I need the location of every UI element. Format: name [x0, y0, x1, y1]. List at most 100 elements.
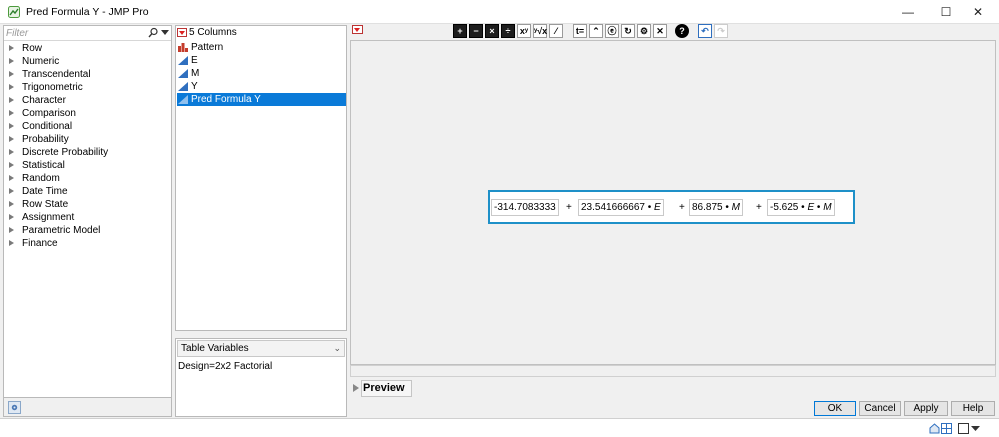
expand-triangle-icon[interactable]	[9, 110, 14, 116]
window-list-icon[interactable]	[958, 423, 969, 434]
category-label: Random	[22, 173, 60, 184]
expand-triangle-icon[interactable]	[9, 175, 14, 181]
columns-count: 5 Columns	[189, 27, 237, 38]
category-label: Statistical	[22, 160, 65, 171]
expand-triangle-icon[interactable]	[9, 58, 14, 64]
function-category-numeric[interactable]: Numeric	[8, 55, 168, 68]
category-label: Assignment	[22, 212, 75, 223]
formula-expression[interactable]: -314.7083333 + 23.541666667 • E + 86.875…	[488, 190, 855, 224]
help-button[interactable]: ?	[675, 24, 689, 38]
jmp-app-icon	[8, 6, 20, 18]
column-label: Y	[191, 81, 198, 92]
function-category-comparison[interactable]: Comparison	[8, 107, 168, 120]
preview-label[interactable]: Preview	[361, 380, 412, 397]
table-variables-select[interactable]: Table Variables ⌄	[177, 340, 345, 357]
expand-triangle-icon[interactable]	[9, 97, 14, 103]
column-item-y[interactable]: Y	[177, 80, 346, 93]
multiply-dot: •	[801, 202, 805, 213]
variable-e: E	[807, 202, 815, 213]
expand-triangle-icon[interactable]	[9, 45, 14, 51]
function-category-row-state[interactable]: Row State	[8, 198, 168, 211]
columns-list: Pattern E M Y Pred Formula Y	[177, 41, 346, 106]
multiply-button[interactable]: ×	[485, 24, 499, 38]
local-button[interactable]: ⓔ	[605, 24, 619, 38]
status-bar	[0, 418, 999, 437]
help-dialog-button[interactable]: Help	[951, 401, 995, 416]
filter-input[interactable]	[6, 27, 146, 39]
function-category-finance[interactable]: Finance	[8, 237, 168, 250]
home-window-icon[interactable]	[929, 423, 940, 434]
function-category-conditional[interactable]: Conditional	[8, 120, 168, 133]
expand-triangle-icon[interactable]	[9, 136, 14, 142]
assign-button[interactable]: t=	[573, 24, 587, 38]
function-category-probability[interactable]: Probability	[8, 133, 168, 146]
expand-triangle-icon[interactable]	[9, 162, 14, 168]
function-category-date-time[interactable]: Date Time	[8, 185, 168, 198]
red-triangle-menu-icon[interactable]	[177, 28, 187, 37]
fraction-button[interactable]: ⁄	[549, 24, 563, 38]
apply-button[interactable]: Apply	[904, 401, 948, 416]
expand-triangle-icon[interactable]	[9, 201, 14, 207]
undo-button[interactable]: ↶	[698, 24, 712, 38]
ok-button[interactable]: OK	[814, 401, 856, 416]
formula-red-triangle-menu-icon[interactable]	[352, 25, 363, 34]
function-category-statistical[interactable]: Statistical	[8, 159, 168, 172]
continuous-icon	[178, 95, 188, 104]
chevron-down-icon[interactable]	[161, 30, 169, 35]
formula-canvas[interactable]: -314.7083333 + 23.541666667 • E + 86.875…	[350, 40, 996, 365]
function-category-discrete-probability[interactable]: Discrete Probability	[8, 146, 168, 159]
delete-button[interactable]: ✕	[653, 24, 667, 38]
column-item-pred-formula-y[interactable]: Pred Formula Y	[177, 93, 346, 106]
expand-triangle-icon[interactable]	[9, 84, 14, 90]
refresh-button[interactable]: ↻	[621, 24, 635, 38]
chevron-down-icon[interactable]	[970, 423, 981, 434]
peel-button[interactable]: ⌃	[589, 24, 603, 38]
settings-gear-icon[interactable]	[8, 401, 21, 414]
expand-triangle-icon[interactable]	[9, 188, 14, 194]
title-bar: Pred Formula Y - JMP Pro — ☐ ✕	[0, 0, 999, 24]
close-button[interactable]: ✕	[958, 0, 998, 24]
formula-term-m[interactable]: 86.875 • M	[689, 199, 744, 216]
cancel-button[interactable]: Cancel	[859, 401, 901, 416]
expand-triangle-icon[interactable]	[9, 149, 14, 155]
expand-triangle-icon[interactable]	[9, 71, 14, 77]
function-category-random[interactable]: Random	[8, 172, 168, 185]
category-label: Discrete Probability	[22, 147, 109, 158]
redo-button[interactable]: ↷	[714, 24, 728, 38]
filter-row	[4, 26, 171, 41]
formula-term-intercept[interactable]: -314.7083333	[491, 199, 559, 216]
expand-triangle-icon[interactable]	[9, 227, 14, 233]
function-category-list: Row Numeric Transcendental Trigonometric…	[8, 42, 168, 250]
divide-button[interactable]: ÷	[501, 24, 515, 38]
column-item-e[interactable]: E	[177, 54, 346, 67]
coefficient: -5.625	[770, 202, 799, 213]
category-label: Numeric	[22, 56, 60, 67]
function-category-trigonometric[interactable]: Trigonometric	[8, 81, 168, 94]
column-item-m[interactable]: M	[177, 67, 346, 80]
expand-triangle-icon[interactable]	[9, 123, 14, 129]
expand-triangle-icon[interactable]	[9, 214, 14, 220]
minus-button[interactable]: −	[469, 24, 483, 38]
function-category-parametric-model[interactable]: Parametric Model	[8, 224, 168, 237]
expand-triangle-icon[interactable]	[9, 240, 14, 246]
power-button[interactable]: xʸ	[517, 24, 531, 38]
fire-button[interactable]: ⚙	[637, 24, 651, 38]
continuous-icon	[178, 82, 188, 91]
column-item-pattern[interactable]: Pattern	[177, 41, 346, 54]
table-variable-value[interactable]: Design=2x2 Factorial	[177, 361, 272, 372]
formula-term-e[interactable]: 23.541666667 • E	[578, 199, 664, 216]
disclosure-triangle-icon[interactable]	[353, 384, 359, 392]
function-category-transcendental[interactable]: Transcendental	[8, 68, 168, 81]
formula-operator-plus: +	[566, 202, 572, 213]
grid-window-icon[interactable]	[941, 423, 952, 434]
minimize-button[interactable]: —	[888, 0, 928, 24]
multiply-dot: •	[647, 202, 652, 213]
function-category-row[interactable]: Row	[8, 42, 168, 55]
plus-button[interactable]: +	[453, 24, 467, 38]
function-category-assignment[interactable]: Assignment	[8, 211, 168, 224]
formula-term-em[interactable]: -5.625 • E • M	[767, 199, 835, 216]
function-category-character[interactable]: Character	[8, 94, 168, 107]
horizontal-scrollbar[interactable]	[350, 365, 996, 377]
search-icon[interactable]	[148, 27, 158, 39]
root-button[interactable]: ʸ√x	[533, 24, 547, 38]
